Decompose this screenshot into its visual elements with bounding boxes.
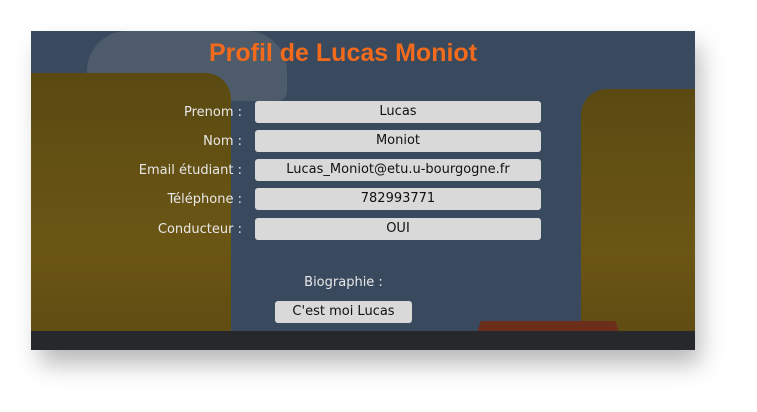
first-name-field[interactable]: Lucas	[255, 101, 541, 123]
driver-label: Conducteur :	[157, 222, 242, 237]
biography-field[interactable]: C'est moi Lucas	[275, 301, 412, 323]
last-name-field[interactable]: Moniot	[255, 130, 541, 152]
driver-field[interactable]: OUI	[255, 218, 541, 240]
profile-card: Profil de Lucas Moniot Prenom : Lucas No…	[31, 31, 695, 350]
email-label: Email étudiant :	[138, 163, 242, 178]
phone-field[interactable]: 782993771	[255, 188, 541, 210]
first-name-label: Prenom :	[183, 105, 242, 120]
last-name-label: Nom :	[203, 134, 242, 149]
profile-content: Profil de Lucas Moniot Prenom : Lucas No…	[31, 31, 695, 350]
phone-label: Téléphone :	[167, 192, 242, 207]
biography-label: Biographie :	[304, 275, 383, 290]
email-field[interactable]: Lucas_Moniot@etu.u-bourgogne.fr	[255, 159, 541, 181]
page-title: Profil de Lucas Moniot	[208, 39, 478, 67]
